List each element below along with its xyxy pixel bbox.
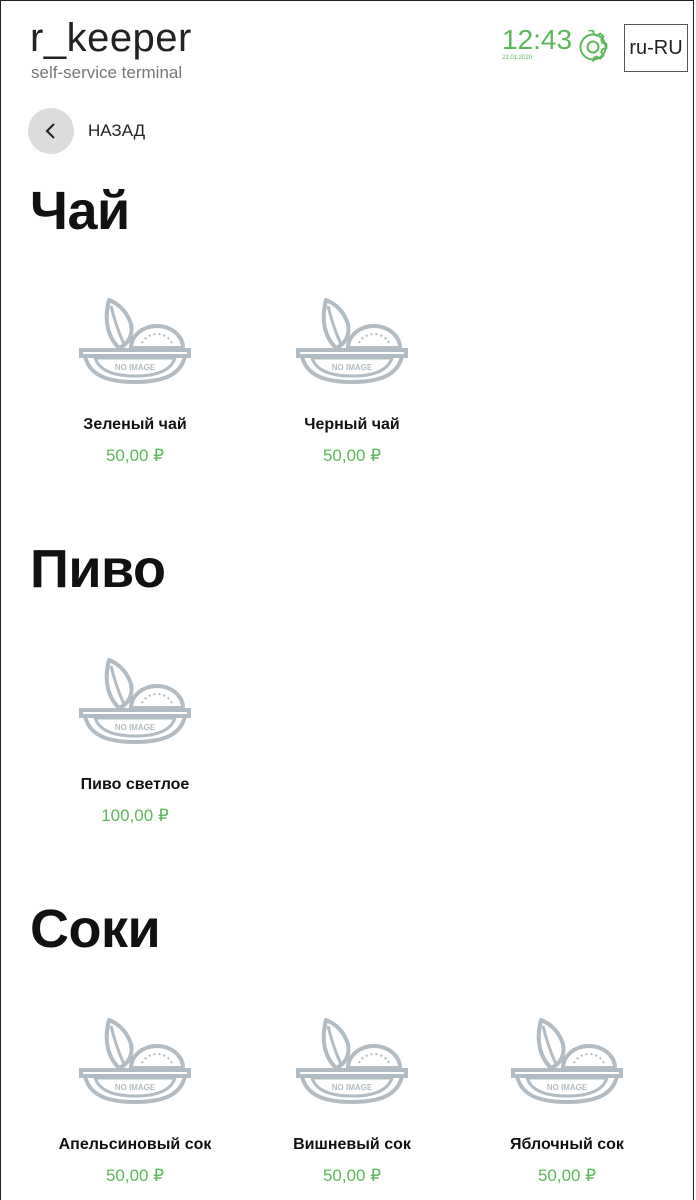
item-name: Апельсиновый сок (58, 1136, 212, 1153)
menu-item[interactable]: NO IMAGE Зеленый чай 50,00 ₽ (35, 296, 235, 466)
no-image-placeholder-icon: NO IMAGE (296, 298, 408, 384)
back-circle (28, 108, 74, 154)
item-price: 50,00 ₽ (105, 1166, 165, 1185)
clock-time: 12:43 (502, 24, 573, 55)
clock: 12:43 22.01.2020 (502, 24, 573, 62)
item-name: Зеленый чай (83, 416, 187, 433)
item-price: 50,00 ₽ (105, 446, 165, 465)
menu-item[interactable]: NO IMAGE Вишневый сок 50,00 ₽ (252, 1016, 452, 1186)
item-name: Черный чай (304, 416, 400, 433)
app-logo: r_keeper (30, 16, 192, 60)
section-title-tea: Чай (30, 181, 130, 241)
no-image-text: NO IMAGE (115, 363, 156, 372)
clock-date: 22.01.2020 (502, 55, 533, 61)
item-name: Пиво светлое (80, 776, 190, 793)
menu-item[interactable]: NO IMAGE Черный чай 50,00 ₽ (252, 296, 452, 466)
app-subtitle: self-service terminal (31, 63, 183, 82)
item-name: Вишневый сок (293, 1136, 411, 1153)
no-image-text: NO IMAGE (115, 1083, 156, 1092)
back-label: НАЗАД (88, 121, 146, 140)
item-name: Яблочный сок (510, 1136, 624, 1153)
item-price: 100,00 ₽ (101, 806, 169, 825)
no-image-text: NO IMAGE (115, 723, 156, 732)
no-image-placeholder-icon: NO IMAGE (79, 1018, 191, 1104)
section-title-beer: Пиво (30, 539, 166, 599)
section-title-juices: Соки (30, 899, 161, 959)
no-image-placeholder-icon: NO IMAGE (296, 1018, 408, 1104)
no-image-text: NO IMAGE (332, 1083, 373, 1092)
menu-item[interactable]: NO IMAGE Яблочный сок 50,00 ₽ (467, 1016, 667, 1186)
settings-gear-icon[interactable] (576, 30, 610, 64)
item-price: 50,00 ₽ (322, 446, 382, 465)
language-selector[interactable]: ru-RU (624, 24, 688, 72)
no-image-placeholder-icon: NO IMAGE (511, 1018, 623, 1104)
no-image-placeholder-icon: NO IMAGE (79, 298, 191, 384)
item-price: 50,00 ₽ (537, 1166, 597, 1185)
no-image-text: NO IMAGE (547, 1083, 588, 1092)
menu-item[interactable]: NO IMAGE Пиво светлое 100,00 ₽ (35, 656, 235, 826)
chevron-left-icon (45, 123, 55, 139)
no-image-text: NO IMAGE (332, 363, 373, 372)
back-button[interactable]: НАЗАД (28, 108, 145, 154)
menu-item[interactable]: NO IMAGE Апельсиновый сок 50,00 ₽ (35, 1016, 235, 1186)
no-image-placeholder-icon: NO IMAGE (79, 658, 191, 744)
item-price: 50,00 ₽ (322, 1166, 382, 1185)
